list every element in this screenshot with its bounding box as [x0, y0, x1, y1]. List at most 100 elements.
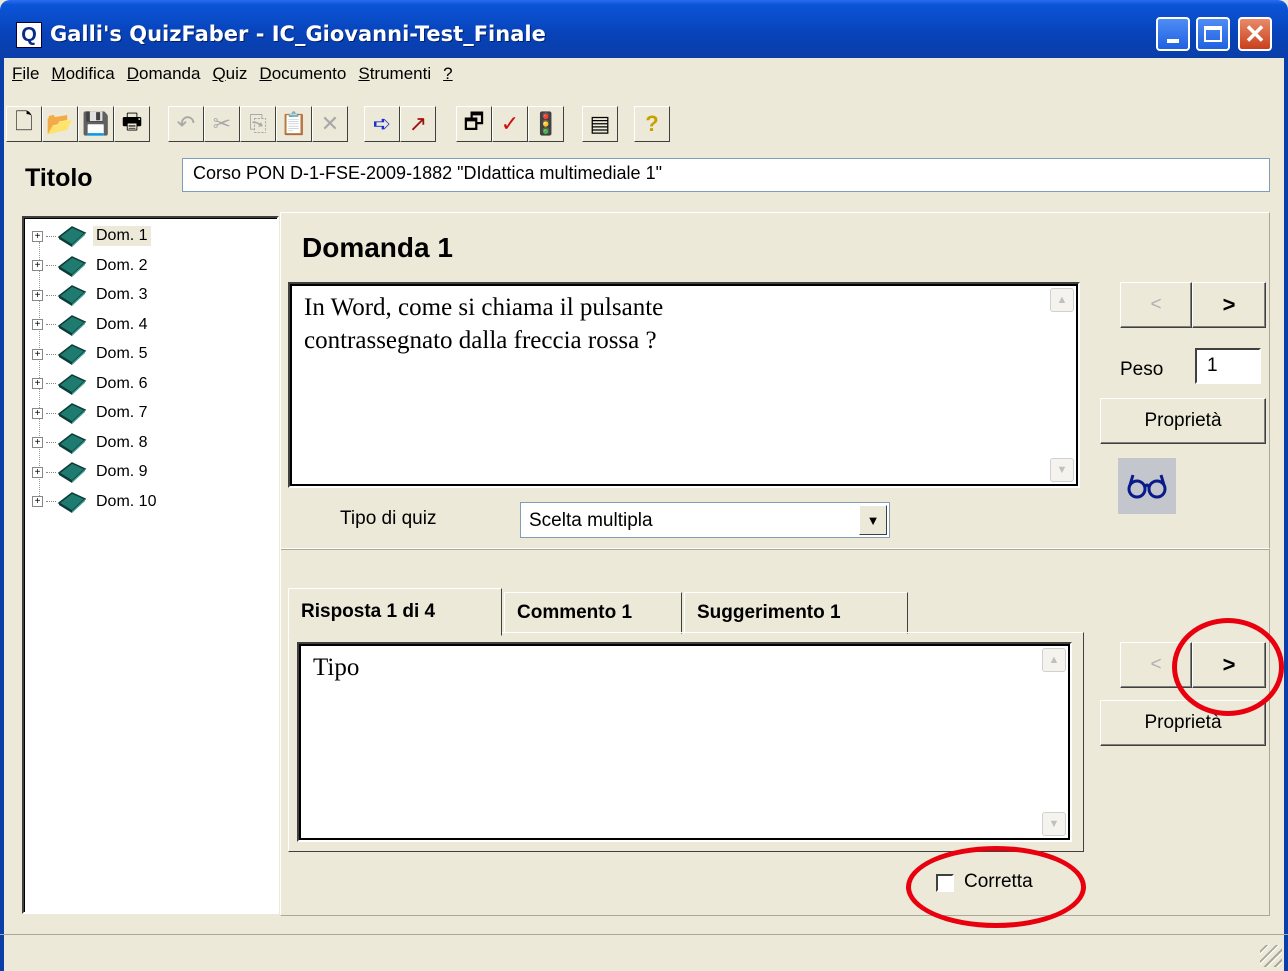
- minimize-icon: [1167, 39, 1179, 43]
- tree-item[interactable]: + Dom. 7: [32, 399, 151, 427]
- undo-button[interactable]: ↶: [168, 106, 204, 142]
- list-button[interactable]: ▤: [582, 106, 618, 142]
- close-icon: ✕: [1244, 19, 1266, 49]
- expand-icon[interactable]: +: [32, 289, 43, 301]
- book-icon: [57, 491, 87, 513]
- expand-icon[interactable]: +: [32, 378, 43, 389]
- tree-item[interactable]: + Dom. 5: [32, 340, 151, 368]
- status-bar: [0, 934, 1288, 971]
- print-button[interactable]: 🖶: [114, 106, 150, 142]
- hammer-icon: ↗: [408, 111, 428, 136]
- tree-item[interactable]: + Dom. 3: [32, 281, 151, 309]
- save-button[interactable]: 💾: [78, 106, 114, 142]
- maximize-icon: [1204, 26, 1222, 42]
- traffic-light-button[interactable]: 🚦: [528, 106, 564, 142]
- menu-file[interactable]: File: [8, 62, 47, 90]
- titolo-input[interactable]: Corso PON D-1-FSE-2009-1882 "DIdattica m…: [182, 158, 1270, 192]
- open-button[interactable]: 📂: [42, 106, 78, 142]
- scroll-down-icon[interactable]: ▼: [1042, 812, 1066, 836]
- tab-commento[interactable]: Commento 1: [504, 592, 682, 634]
- properties-icon: 🗗: [463, 109, 485, 134]
- tab-suggerimento[interactable]: Suggerimento 1: [684, 592, 908, 634]
- tree-item-label: Dom. 2: [96, 256, 148, 274]
- expand-icon[interactable]: +: [32, 230, 43, 242]
- tree-item-label: Dom. 4: [96, 315, 148, 333]
- expand-icon[interactable]: +: [32, 348, 43, 360]
- check-icon: ✓: [500, 111, 520, 136]
- title-bar[interactable]: Q Galli's QuizFaber - IC_Giovanni-Test_F…: [0, 0, 1288, 58]
- book-icon: [57, 461, 87, 483]
- delete-icon: ✕: [320, 111, 340, 136]
- properties-button[interactable]: 🗗: [456, 106, 492, 142]
- scroll-down-icon[interactable]: ▼: [1050, 458, 1074, 482]
- tree-item[interactable]: + Dom. 9: [32, 458, 151, 486]
- tree-item[interactable]: + Dom. 8: [32, 429, 151, 457]
- resize-grip-icon[interactable]: [1260, 945, 1282, 967]
- print-icon: 🖶: [121, 109, 143, 134]
- nav-button[interactable]: ↗: [400, 106, 436, 142]
- quiz-type-select[interactable]: Scelta multipla ▼: [520, 502, 890, 538]
- question-next-button[interactable]: >: [1192, 282, 1266, 328]
- answer-text[interactable]: Tipo ▲ ▼: [297, 642, 1072, 842]
- titolo-label: Titolo: [25, 164, 93, 192]
- menu-quiz[interactable]: Quiz: [208, 62, 255, 90]
- tree-connector: [46, 294, 56, 296]
- expand-icon[interactable]: +: [32, 496, 43, 507]
- menu-domanda[interactable]: Domanda: [123, 62, 209, 90]
- close-button[interactable]: ✕: [1238, 17, 1272, 51]
- tree-connector: [46, 265, 56, 266]
- expand-icon[interactable]: +: [32, 466, 43, 478]
- save-icon: 💾: [82, 111, 110, 136]
- scroll-up-icon[interactable]: ▲: [1050, 288, 1074, 312]
- tree-item[interactable]: + Dom. 2: [32, 252, 151, 280]
- check-button[interactable]: ✓: [492, 106, 528, 142]
- menu-modifica[interactable]: Modifica: [47, 62, 122, 90]
- question-prev-button[interactable]: <: [1120, 282, 1192, 328]
- tree-connector: [46, 383, 56, 384]
- expand-icon[interactable]: +: [32, 437, 43, 448]
- tree-item[interactable]: + Dom. 6: [32, 370, 151, 398]
- tree-item[interactable]: + Dom. 10: [32, 488, 159, 516]
- menu-strumenti[interactable]: Strumenti: [354, 62, 439, 90]
- question-text[interactable]: In Word, come si chiama il pulsante cont…: [288, 282, 1080, 488]
- menu-documento[interactable]: Documento: [255, 62, 354, 90]
- tree-item-label: Dom. 1: [93, 226, 151, 246]
- cut-button[interactable]: ✂: [204, 106, 240, 142]
- tab-risposta[interactable]: Risposta 1 di 4: [288, 588, 502, 636]
- tree-item-label: Dom. 8: [96, 433, 148, 451]
- question-scrollbar[interactable]: ▲ ▼: [1050, 288, 1074, 482]
- glasses-icon: [1127, 474, 1167, 499]
- expand-icon[interactable]: +: [32, 319, 43, 330]
- question-text-line-1: In Word, come si chiama il pulsante: [304, 294, 664, 321]
- new-file-icon: 🗋: [15, 109, 33, 134]
- open-folder-icon: 📂: [46, 111, 74, 136]
- tree-item-label: Dom. 9: [96, 463, 148, 480]
- copy-button[interactable]: ⎘: [240, 106, 276, 142]
- tree-connector: [46, 442, 56, 443]
- tree-item[interactable]: + Dom. 1: [32, 222, 151, 250]
- tree-connector: [46, 324, 56, 325]
- book-icon: [57, 432, 87, 454]
- minimize-button[interactable]: [1156, 17, 1190, 51]
- tree-item[interactable]: + Dom. 4: [32, 311, 151, 339]
- question-properties-button[interactable]: Proprietà: [1100, 398, 1266, 444]
- chevron-down-icon[interactable]: ▼: [859, 505, 887, 535]
- book-icon: [57, 225, 87, 247]
- book-icon: [57, 343, 87, 365]
- maximize-button[interactable]: [1196, 17, 1230, 51]
- expand-icon[interactable]: +: [32, 260, 43, 271]
- book-icon: [57, 284, 87, 306]
- peso-input[interactable]: 1: [1195, 348, 1261, 384]
- tree-connector: [46, 353, 56, 355]
- expand-icon[interactable]: +: [32, 407, 43, 419]
- help-icon: ?: [645, 111, 659, 136]
- preview-button[interactable]: [1118, 458, 1176, 514]
- paste-button[interactable]: 📋: [276, 106, 312, 142]
- delete-button[interactable]: ✕: [312, 106, 348, 142]
- answer-scrollbar[interactable]: ▲ ▼: [1042, 648, 1066, 836]
- new-button[interactable]: 🗋: [6, 106, 42, 142]
- help-button[interactable]: ?: [634, 106, 670, 142]
- menu-help[interactable]: ?: [439, 62, 460, 90]
- scroll-up-icon[interactable]: ▲: [1042, 648, 1066, 672]
- goto-button[interactable]: ➪: [364, 106, 400, 142]
